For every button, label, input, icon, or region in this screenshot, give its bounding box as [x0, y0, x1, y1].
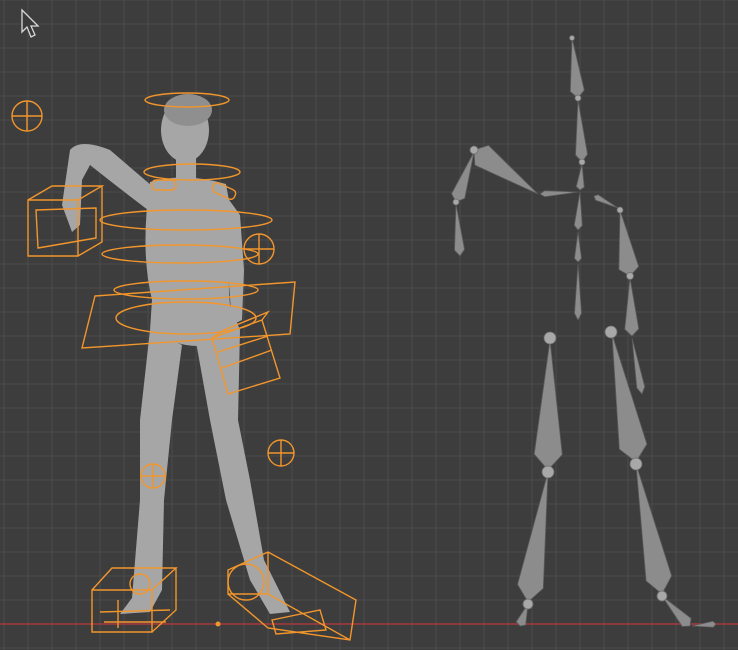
bone-hand-l[interactable]: [631, 337, 646, 395]
mesh-neck: [176, 156, 196, 180]
3d-viewport[interactable]: [0, 0, 738, 650]
bone-shin-r[interactable]: [517, 471, 549, 603]
bone-neck[interactable]: [575, 99, 588, 163]
joint-ankle-l[interactable]: [656, 590, 668, 602]
right-knee-pole-target[interactable]: [140, 463, 166, 489]
left-arm-pole-target[interactable]: [243, 233, 275, 265]
mesh-right-arm: [62, 144, 152, 232]
joint-hip-l[interactable]: [604, 325, 618, 339]
left-knee-pole-target[interactable]: [267, 439, 295, 467]
mesh-hair: [164, 94, 212, 126]
joint-head-tip[interactable]: [569, 35, 575, 41]
joint-neck[interactable]: [574, 94, 582, 102]
mesh-left-leg: [196, 330, 290, 614]
joint-elbow-r[interactable]: [452, 198, 460, 206]
bone-forearm-r[interactable]: [451, 151, 475, 203]
joint-ankle-r[interactable]: [522, 598, 534, 610]
bone-shin-l[interactable]: [635, 463, 673, 595]
bone-thigh-l[interactable]: [611, 333, 648, 463]
mouse-pointer-icon: [21, 8, 40, 38]
bone-foot-l[interactable]: [661, 595, 692, 627]
joint-knee-r[interactable]: [541, 465, 555, 479]
joint-knee-l[interactable]: [629, 457, 643, 471]
bone-clavicle-l[interactable]: [593, 194, 619, 209]
bone-spine[interactable]: [573, 191, 583, 231]
joint-shoulder-r[interactable]: [469, 145, 479, 155]
bone-forearm-l[interactable]: [624, 277, 640, 337]
arm-pole-target[interactable]: [11, 100, 43, 132]
joint-elbow-l[interactable]: [626, 272, 634, 280]
root-origin-point[interactable]: [215, 621, 221, 627]
joint-hip-r[interactable]: [543, 331, 557, 345]
character-mesh[interactable]: [62, 94, 290, 614]
joint-chest[interactable]: [578, 158, 586, 166]
bone-clavicle-r[interactable]: [539, 190, 579, 198]
bone-upper-arm-l[interactable]: [618, 209, 640, 277]
joint-shoulder-l[interactable]: [616, 206, 624, 214]
bone-head[interactable]: [569, 37, 585, 99]
